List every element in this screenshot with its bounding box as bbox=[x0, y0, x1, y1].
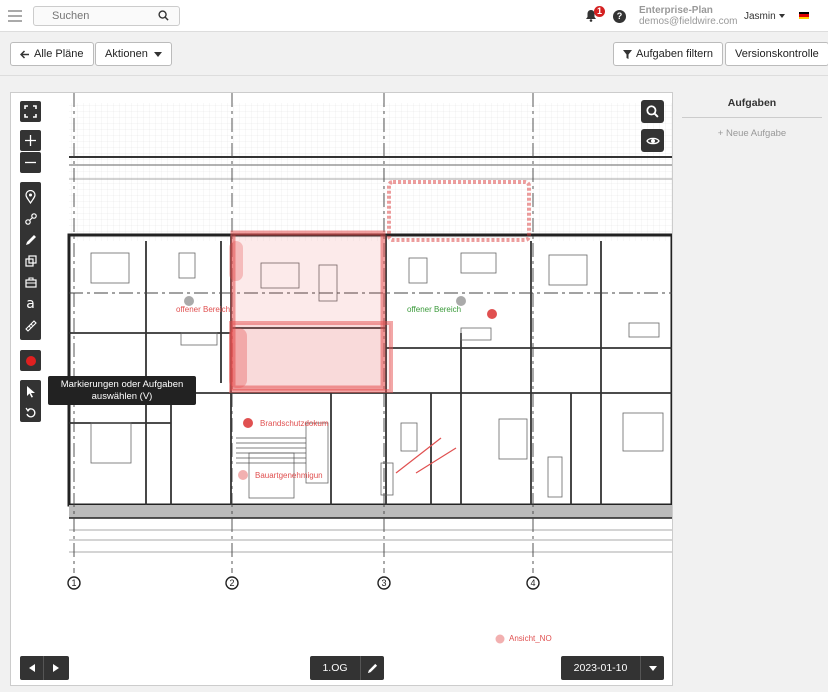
shapes-icon[interactable] bbox=[24, 255, 37, 268]
grid-label-2: 2 bbox=[229, 578, 234, 588]
plan-viewer[interactable]: 1 2 3 4 offener Bereich offener Bereich … bbox=[10, 92, 673, 686]
area-label-right[interactable]: offener Bereich bbox=[407, 305, 461, 314]
version-control-button[interactable]: Versionskontrolle bbox=[725, 42, 828, 66]
chevron-down-icon bbox=[778, 14, 785, 19]
task-pin-icon[interactable] bbox=[243, 418, 253, 428]
plan-info: Enterprise-Plan demos@fieldwire.com bbox=[639, 5, 738, 27]
account-email: demos@fieldwire.com bbox=[639, 16, 738, 27]
grid-label-1: 1 bbox=[71, 578, 76, 588]
grid-label-3: 3 bbox=[381, 578, 386, 588]
task-permit-label[interactable]: Bauartgenehmigun bbox=[255, 471, 323, 480]
filter-label: Aufgaben filtern bbox=[636, 48, 714, 60]
select-cursor-icon[interactable] bbox=[26, 385, 36, 398]
briefcase-icon[interactable] bbox=[24, 277, 37, 288]
actions-dropdown[interactable]: Aktionen bbox=[95, 42, 172, 66]
zoom-out-icon bbox=[25, 161, 36, 164]
undo-icon[interactable] bbox=[25, 407, 37, 418]
search-input[interactable] bbox=[34, 7, 154, 25]
version-selector[interactable]: 2023-01-10 bbox=[561, 656, 664, 680]
chevron-down-icon bbox=[153, 51, 162, 57]
version-control-label: Versionskontrolle bbox=[735, 48, 819, 60]
tasks-panel: Aufgaben + Neue Aufgabe bbox=[682, 92, 822, 139]
tasks-title: Aufgaben bbox=[682, 92, 822, 118]
actions-label: Aktionen bbox=[105, 48, 148, 60]
location-pin-icon bbox=[456, 296, 466, 306]
previous-sheet-button[interactable] bbox=[20, 656, 44, 680]
tool-tooltip: Markierungen oder Aufgaben auswählen (V) bbox=[48, 376, 196, 405]
search-icon[interactable] bbox=[158, 10, 169, 21]
markup-tools: a bbox=[20, 182, 41, 340]
record-icon bbox=[25, 355, 36, 366]
view-marker-icon[interactable] bbox=[495, 634, 505, 644]
grid-label-4: 4 bbox=[530, 578, 535, 588]
ruler-icon[interactable] bbox=[24, 320, 37, 333]
expand-icon bbox=[24, 105, 37, 118]
plan-toolbar: Alle Pläne Aktionen Aufgaben filtern Ver… bbox=[0, 33, 828, 76]
back-to-plans-button[interactable]: Alle Pläne bbox=[10, 42, 94, 66]
zoom-out-button[interactable] bbox=[20, 152, 41, 173]
camera-pin-icon[interactable] bbox=[487, 309, 497, 319]
search-box[interactable] bbox=[33, 6, 180, 26]
edit-level-button[interactable] bbox=[361, 656, 384, 680]
filter-icon bbox=[623, 49, 632, 59]
notification-badge[interactable]: 1 bbox=[594, 6, 605, 17]
task-fire-label[interactable]: Brandschutzdokum bbox=[260, 419, 329, 428]
record-button[interactable] bbox=[20, 350, 41, 371]
pencil-icon[interactable] bbox=[25, 234, 37, 246]
text-icon[interactable]: a bbox=[26, 297, 35, 311]
markup-area-left[interactable] bbox=[229, 230, 393, 393]
pencil-icon bbox=[367, 663, 378, 673]
caret-right-icon bbox=[53, 664, 59, 672]
de-flag-icon[interactable] bbox=[799, 12, 809, 19]
level-name[interactable]: 1.OG bbox=[310, 656, 361, 680]
search-plan-button[interactable] bbox=[641, 100, 664, 123]
link-icon[interactable] bbox=[24, 213, 37, 225]
task-pin-icon[interactable] bbox=[238, 470, 248, 480]
search-icon bbox=[646, 105, 659, 118]
chevron-down-icon bbox=[648, 665, 657, 671]
location-pin-icon bbox=[184, 296, 194, 306]
sheet-navigation bbox=[20, 656, 69, 680]
plan-name: Enterprise-Plan bbox=[639, 5, 713, 16]
new-task-link[interactable]: + Neue Aufgabe bbox=[682, 128, 822, 139]
fullscreen-button[interactable] bbox=[20, 101, 41, 122]
pin-icon[interactable] bbox=[25, 189, 36, 204]
arrow-left-icon bbox=[19, 50, 29, 59]
version-date[interactable]: 2023-01-10 bbox=[561, 656, 641, 680]
user-menu[interactable]: Jasmin bbox=[744, 11, 785, 22]
level-selector[interactable]: 1.OG bbox=[310, 656, 384, 680]
help-icon[interactable]: ? bbox=[613, 10, 626, 23]
menu-icon[interactable] bbox=[8, 10, 22, 25]
eye-icon bbox=[645, 137, 660, 144]
zoom-in-button[interactable] bbox=[20, 130, 41, 151]
filter-tasks-button[interactable]: Aufgaben filtern bbox=[613, 42, 724, 66]
next-sheet-button[interactable] bbox=[44, 656, 68, 680]
area-label-left[interactable]: offener Bereich bbox=[176, 305, 230, 314]
back-label: Alle Pläne bbox=[34, 48, 84, 60]
version-dropdown-button[interactable] bbox=[641, 656, 664, 680]
select-tools bbox=[20, 380, 41, 422]
visibility-button[interactable] bbox=[641, 129, 664, 152]
zoom-in-icon bbox=[25, 135, 36, 146]
user-name: Jasmin bbox=[744, 11, 776, 22]
view-marker-label[interactable]: Ansicht_NO bbox=[509, 634, 552, 643]
top-bar: 1 ? Enterprise-Plan demos@fieldwire.com … bbox=[0, 0, 828, 32]
caret-left-icon bbox=[28, 664, 35, 672]
